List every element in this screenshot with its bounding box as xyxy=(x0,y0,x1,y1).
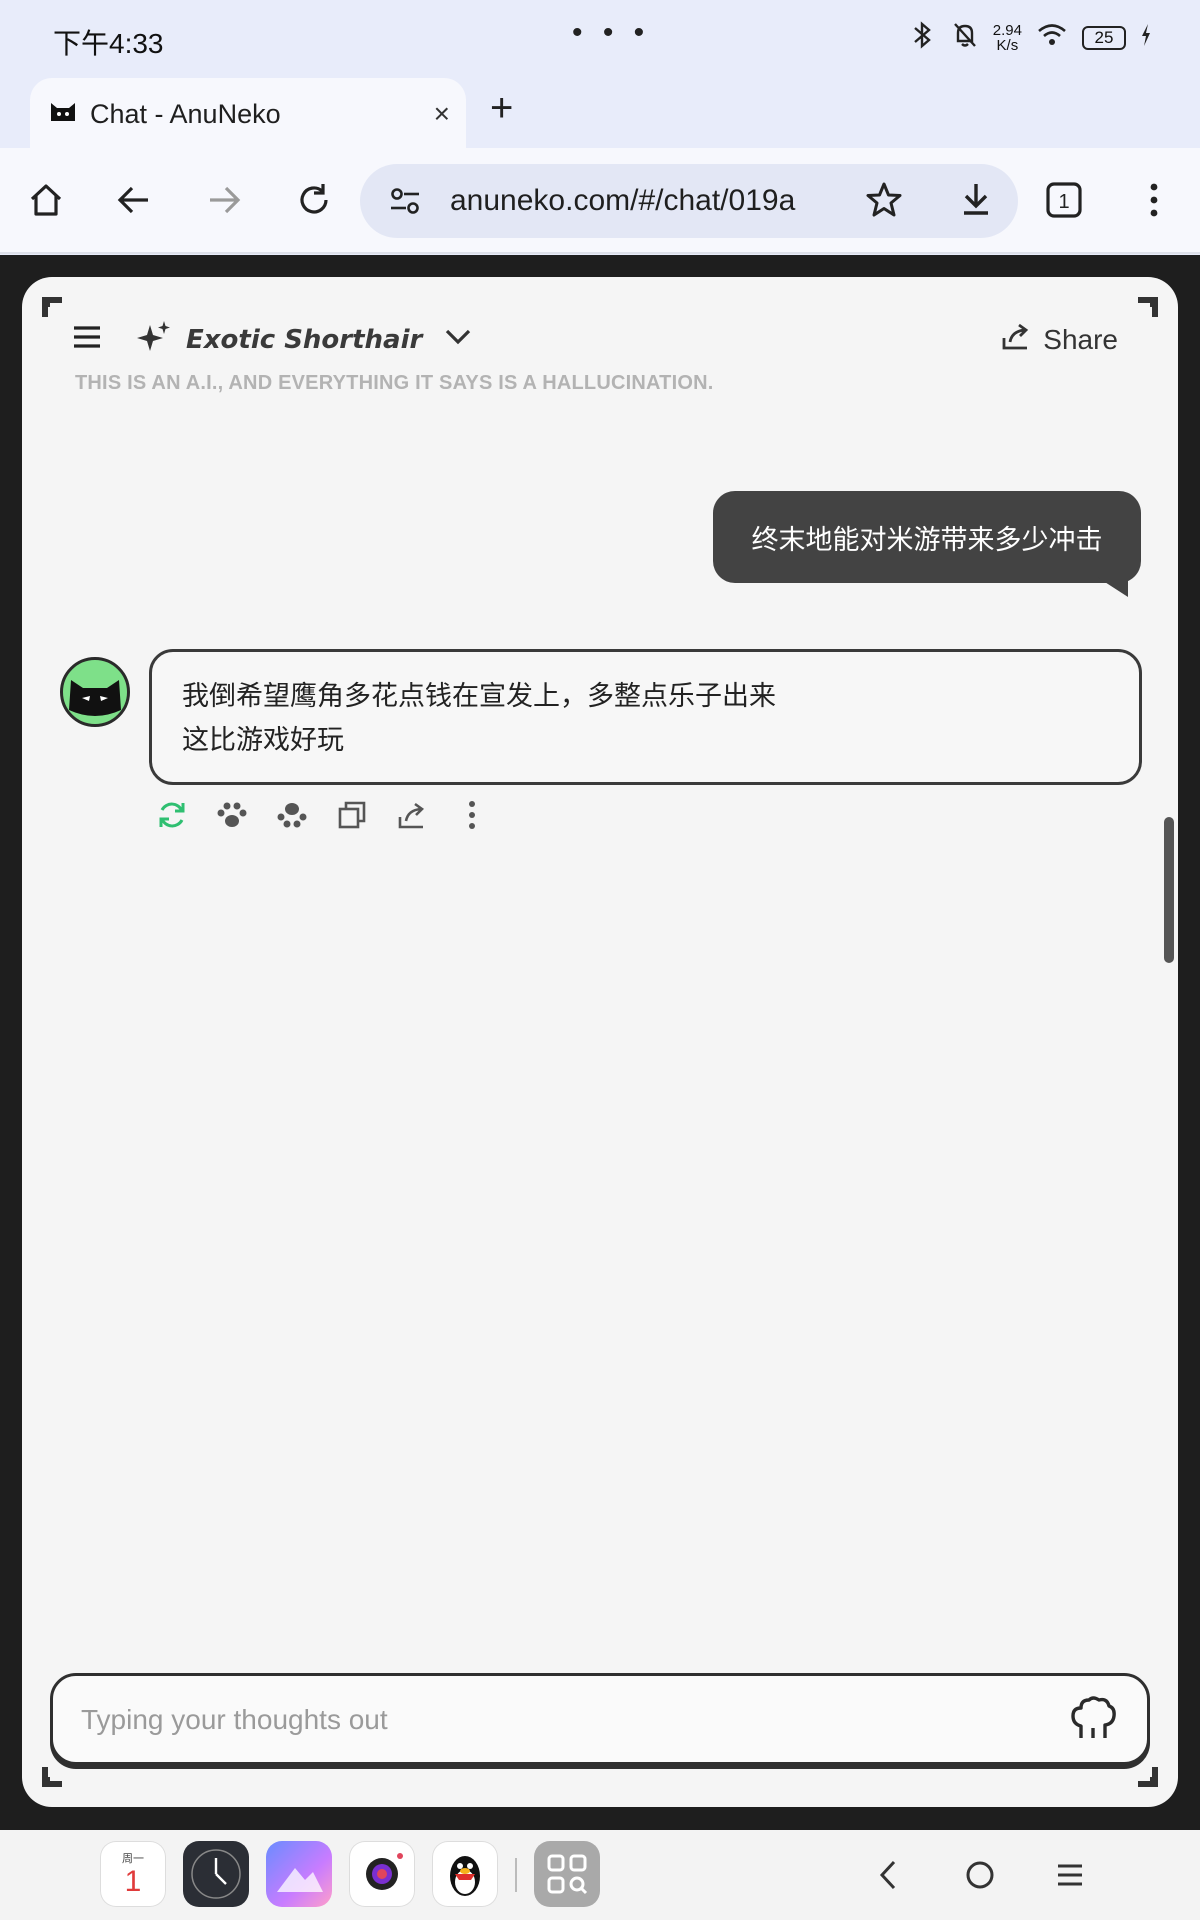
site-settings-icon[interactable] xyxy=(388,184,422,223)
forward-arrow-icon[interactable] xyxy=(202,178,246,222)
calendar-app-icon[interactable]: 周一 1 xyxy=(100,1841,166,1907)
battery-indicator: 25 xyxy=(1082,25,1126,50)
message-actions xyxy=(154,797,490,833)
browser-menu-icon[interactable] xyxy=(1132,178,1176,222)
status-icons: 2.94 K/s 25 xyxy=(909,20,1152,55)
dock-divider xyxy=(515,1858,517,1892)
app-drawer-icon[interactable] xyxy=(534,1841,600,1907)
corner-bracket-icon xyxy=(40,295,64,319)
charging-icon xyxy=(1140,23,1152,52)
corner-bracket-icon xyxy=(1136,1765,1160,1789)
more-options-icon[interactable] xyxy=(454,797,490,833)
user-message-text: 终末地能对米游带来多少冲击 xyxy=(751,524,1103,555)
model-name[interactable]: Exotic Shorthair xyxy=(186,325,422,355)
tab-title: Chat - AnuNeko xyxy=(90,98,281,129)
download-icon[interactable] xyxy=(956,180,996,225)
more-dots: • • • xyxy=(572,16,651,49)
bluetooth-icon xyxy=(909,20,937,55)
tab-strip: Chat - AnuNeko × + xyxy=(0,72,1200,150)
nav-home-icon[interactable] xyxy=(955,1850,1005,1900)
tab-count: 1 xyxy=(1058,191,1069,213)
message-composer xyxy=(50,1673,1150,1765)
camera-app-icon[interactable] xyxy=(349,1841,415,1907)
share-message-icon[interactable] xyxy=(394,797,430,833)
chat-card: Exotic Shorthair Share THIS IS AN A.I., … xyxy=(22,277,1178,1807)
cat-paw-send-icon xyxy=(1071,1696,1116,1738)
nav-recents-icon[interactable] xyxy=(1045,1850,1095,1900)
paw-dislike-icon[interactable] xyxy=(274,797,310,833)
assistant-message-line: 这比游戏好玩 xyxy=(182,725,344,755)
share-label: Share xyxy=(1043,323,1118,355)
hamburger-menu-icon[interactable] xyxy=(72,324,102,355)
mute-bell-icon xyxy=(951,20,979,55)
chevron-down-icon[interactable] xyxy=(444,328,472,351)
corner-bracket-icon xyxy=(1136,295,1160,319)
bookmark-star-icon[interactable] xyxy=(864,180,904,225)
wifi-icon xyxy=(1036,21,1068,54)
disclaimer-text: THIS IS AN A.I., AND EVERYTHING IT SAYS … xyxy=(75,372,714,394)
paw-like-icon[interactable] xyxy=(214,797,250,833)
web-content: Exotic Shorthair Share THIS IS AN A.I., … xyxy=(0,255,1200,1830)
corner-bracket-icon xyxy=(40,1765,64,1789)
assistant-message-line: 我倒希望鹰角多花点钱在宣发上，多整点乐子出来 xyxy=(182,681,776,711)
avatar xyxy=(60,657,130,727)
address-bar[interactable]: anuneko.com/#/chat/019a xyxy=(360,164,1018,238)
sparkle-icon xyxy=(136,319,172,360)
status-time: 下午4:33 xyxy=(53,28,164,59)
cat-avatar-icon xyxy=(69,680,121,716)
tab-switcher-button[interactable]: 1 xyxy=(1042,178,1086,222)
url-text[interactable]: anuneko.com/#/chat/019a xyxy=(450,184,830,218)
network-speed: 2.94 K/s xyxy=(992,21,1022,54)
clock-app-icon[interactable] xyxy=(183,1841,249,1907)
regenerate-icon[interactable] xyxy=(154,797,190,833)
copy-icon[interactable] xyxy=(334,797,370,833)
reload-icon[interactable] xyxy=(292,178,336,222)
calendar-weekday: 周一 xyxy=(122,1853,144,1865)
scrollbar[interactable] xyxy=(1164,817,1174,963)
browser-toolbar: anuneko.com/#/chat/019a 1 xyxy=(0,148,1200,254)
nav-back-icon[interactable] xyxy=(864,1850,914,1900)
taskbar-dock: 周一 1 xyxy=(0,1830,1200,1920)
assistant-message-bubble: 我倒希望鹰角多花点钱在宣发上，多整点乐子出来 这比游戏好玩 xyxy=(149,649,1142,785)
message-input[interactable] xyxy=(81,1698,1011,1742)
share-icon xyxy=(1001,321,1031,358)
cat-favicon-icon xyxy=(48,99,78,130)
new-tab-button[interactable]: + xyxy=(490,86,513,131)
user-message-bubble: 终末地能对米游带来多少冲击 xyxy=(713,491,1141,583)
bubble-tail xyxy=(1094,575,1128,597)
send-button[interactable] xyxy=(1065,1692,1121,1748)
qq-app-icon[interactable] xyxy=(432,1841,498,1907)
gallery-app-icon[interactable] xyxy=(266,1841,332,1907)
share-button[interactable]: Share xyxy=(1001,321,1118,358)
status-bar: 下午4:33 • • • 2.94 K/s 25 xyxy=(0,0,1200,72)
home-icon[interactable] xyxy=(24,178,68,222)
browser-tab[interactable]: Chat - AnuNeko × xyxy=(30,78,466,150)
calendar-day: 1 xyxy=(124,1865,142,1898)
chat-header: Exotic Shorthair xyxy=(72,319,472,360)
back-arrow-icon[interactable] xyxy=(112,178,156,222)
tab-close-icon[interactable]: × xyxy=(434,98,450,130)
